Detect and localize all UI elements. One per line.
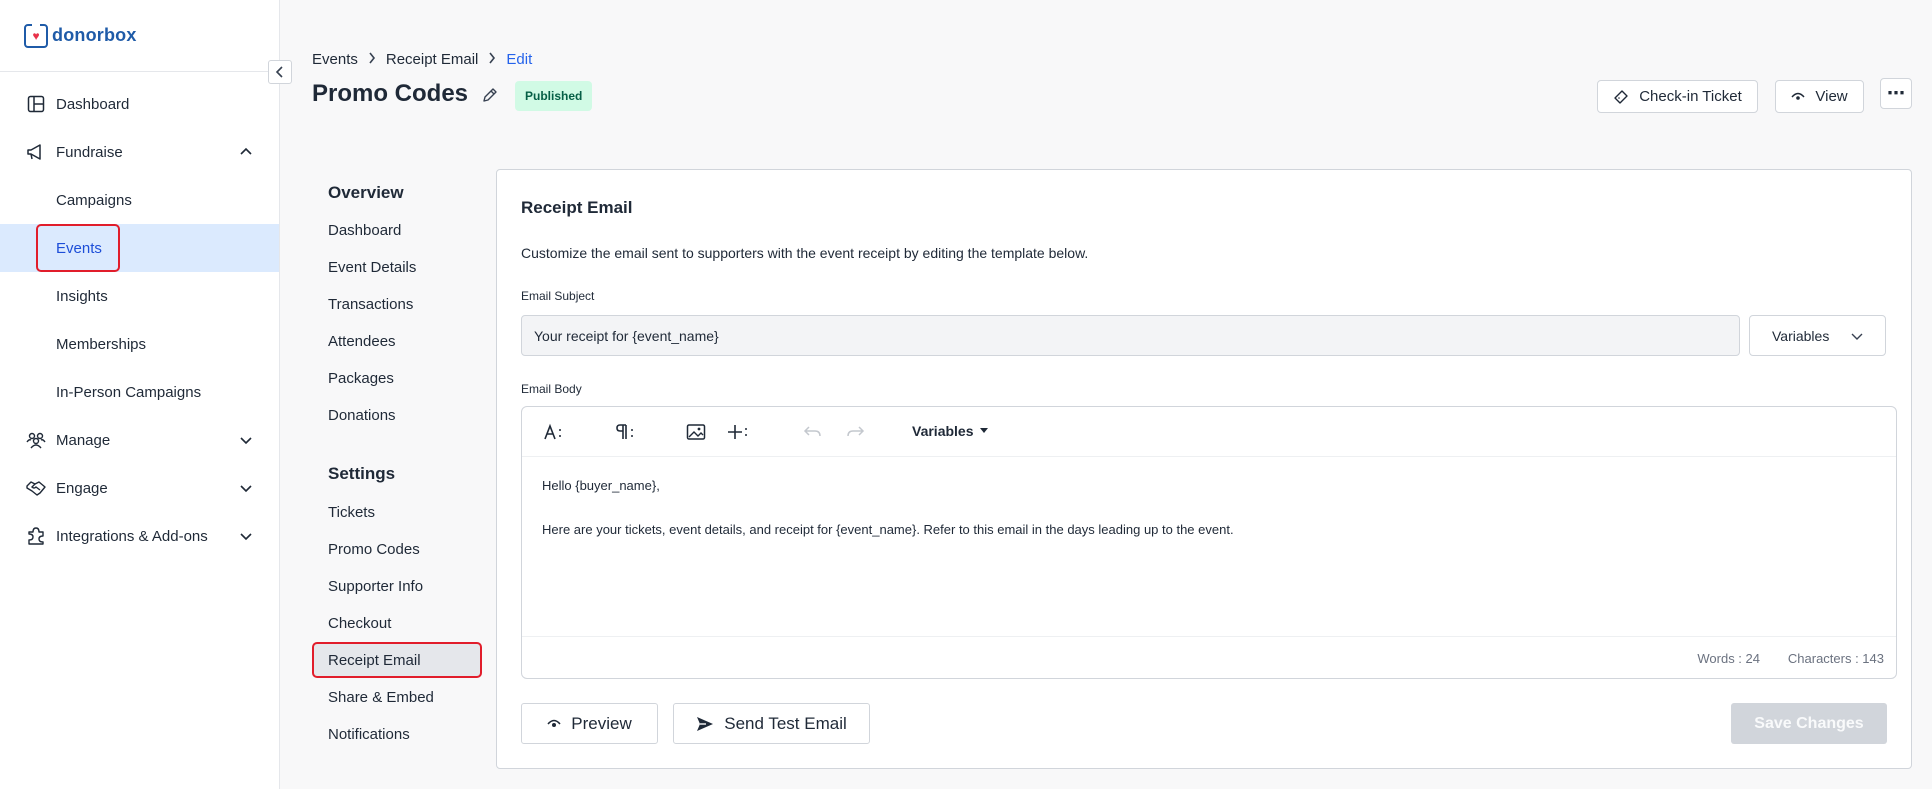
sidebar-item-manage[interactable]: Manage bbox=[0, 416, 279, 464]
subnav-attendees[interactable]: Attendees bbox=[328, 333, 396, 350]
subnav-dashboard[interactable]: Dashboard bbox=[328, 222, 401, 239]
more-dots-icon: ⋯ bbox=[1887, 83, 1905, 103]
chevron-down-icon bbox=[240, 437, 252, 445]
character-count: Characters : 143 bbox=[1787, 651, 1884, 666]
word-count: Words : 24 bbox=[1697, 651, 1760, 666]
sidebar-subitem-campaigns[interactable]: Campaigns bbox=[0, 176, 279, 224]
subnav-receipt-email-active[interactable]: Receipt Email bbox=[312, 642, 482, 678]
editor-toolbar: Variables bbox=[522, 407, 1896, 457]
breadcrumb: Events Receipt Email Edit bbox=[312, 51, 532, 68]
breadcrumb-events[interactable]: Events bbox=[312, 51, 358, 68]
send-test-email-label: Send Test Email bbox=[724, 713, 847, 733]
sidebar-item-label: Dashboard bbox=[56, 95, 130, 113]
card-title: Receipt Email bbox=[521, 198, 633, 217]
email-subject-input[interactable] bbox=[521, 315, 1740, 356]
caret-down-icon bbox=[979, 428, 988, 433]
handshake-icon bbox=[26, 478, 46, 498]
sidebar-item-dashboard[interactable]: Dashboard bbox=[0, 80, 279, 128]
sidebar: ♥ donorbox Dashboard Fundraise Campaigns… bbox=[0, 0, 280, 789]
view-button[interactable]: View bbox=[1775, 80, 1864, 113]
logo-text: donorbox bbox=[52, 25, 137, 45]
text-format-icon[interactable] bbox=[542, 421, 566, 443]
dashboard-icon bbox=[26, 94, 46, 114]
toolbar-variables-dropdown[interactable]: Variables bbox=[912, 423, 988, 439]
subnav-receipt-email-label: Receipt Email bbox=[328, 651, 421, 669]
sidebar-item-label: Engage bbox=[56, 479, 108, 497]
receipt-email-card: Receipt Email Customize the email sent t… bbox=[496, 169, 1912, 769]
check-in-ticket-label: Check-in Ticket bbox=[1639, 88, 1742, 105]
puzzle-icon bbox=[26, 526, 46, 546]
breadcrumb-current: Edit bbox=[506, 51, 533, 68]
sidebar-item-engage[interactable]: Engage bbox=[0, 464, 279, 512]
more-options-button[interactable]: ⋯ bbox=[1880, 78, 1912, 109]
megaphone-icon bbox=[26, 142, 46, 162]
insert-icon[interactable] bbox=[726, 421, 750, 443]
variables-label: Variables bbox=[1772, 327, 1830, 344]
sidebar-nav: Dashboard Fundraise Campaigns Events Ins… bbox=[0, 72, 279, 560]
subnav-promo-codes[interactable]: Promo Codes bbox=[328, 541, 420, 558]
chevron-up-icon bbox=[240, 147, 252, 155]
settings-heading: Settings bbox=[328, 464, 396, 483]
logo[interactable]: ♥ donorbox bbox=[0, 0, 279, 72]
subnav-notifications[interactable]: Notifications bbox=[328, 726, 410, 743]
subnav-tickets[interactable]: Tickets bbox=[328, 504, 375, 521]
save-changes-button[interactable]: Save Changes bbox=[1731, 703, 1887, 744]
body-line-message: Here are your tickets, event details, an… bbox=[542, 522, 1234, 537]
highlight-box bbox=[36, 224, 120, 272]
pencil-icon[interactable] bbox=[481, 86, 499, 104]
chevron-down-icon bbox=[240, 533, 252, 541]
sidebar-item-label: Manage bbox=[56, 431, 111, 449]
page-title: Promo Codes bbox=[312, 80, 469, 107]
send-test-email-button[interactable]: Send Test Email bbox=[673, 703, 870, 744]
chevron-down-icon bbox=[240, 485, 252, 493]
view-label: View bbox=[1815, 88, 1848, 105]
subnav-event-details[interactable]: Event Details bbox=[328, 259, 416, 276]
chevron-right-icon bbox=[368, 52, 376, 67]
editor-content[interactable]: Hello {buyer_name}, Here are your ticket… bbox=[542, 479, 1234, 567]
subnav-supporter-info[interactable]: Supporter Info bbox=[328, 578, 423, 595]
email-subject-label: Email Subject bbox=[521, 289, 595, 303]
sidebar-item-label: Integrations & Add-ons bbox=[56, 527, 208, 545]
ticket-icon bbox=[1614, 89, 1628, 104]
subnav-checkout[interactable]: Checkout bbox=[328, 615, 391, 632]
email-body-editor[interactable]: Variables Hello {buyer_name}, Here are y… bbox=[521, 406, 1897, 679]
sidebar-subitem-memberships[interactable]: Memberships bbox=[0, 320, 279, 368]
subject-variables-dropdown[interactable]: Variables bbox=[1749, 315, 1886, 356]
sidebar-subitem-in-person-campaigns[interactable]: In-Person Campaigns bbox=[0, 368, 279, 416]
chevron-right-icon bbox=[488, 52, 496, 67]
redo-icon[interactable] bbox=[844, 421, 866, 443]
status-badge: Published bbox=[515, 81, 593, 111]
check-in-ticket-button[interactable]: Check-in Ticket bbox=[1597, 80, 1758, 113]
card-description: Customize the email sent to supporters w… bbox=[521, 245, 1089, 261]
editor-status-bar: Words : 24 Characters : 143 bbox=[522, 636, 1896, 678]
eye-icon bbox=[547, 719, 561, 727]
sidebar-item-integrations[interactable]: Integrations & Add-ons bbox=[0, 512, 279, 560]
sidebar-item-label: Fundraise bbox=[56, 143, 123, 161]
collapse-sidebar-button[interactable] bbox=[268, 60, 292, 84]
chevron-left-icon bbox=[275, 66, 283, 78]
preview-button[interactable]: Preview bbox=[521, 703, 658, 744]
send-icon bbox=[697, 716, 714, 731]
sidebar-item-fundraise[interactable]: Fundraise bbox=[0, 128, 279, 176]
sidebar-subitem-events[interactable]: Events bbox=[0, 224, 279, 272]
body-line-greeting: Hello {buyer_name}, bbox=[542, 478, 660, 493]
people-icon bbox=[26, 430, 46, 450]
subnav-donations[interactable]: Donations bbox=[328, 407, 396, 424]
subnav-packages[interactable]: Packages bbox=[328, 370, 394, 387]
breadcrumb-receipt-email[interactable]: Receipt Email bbox=[386, 51, 479, 68]
email-body-label: Email Body bbox=[521, 382, 582, 396]
image-icon[interactable] bbox=[684, 421, 708, 443]
toolbar-variables-label: Variables bbox=[912, 423, 974, 439]
sidebar-subitem-insights[interactable]: Insights bbox=[0, 272, 279, 320]
subnav-transactions[interactable]: Transactions bbox=[328, 296, 413, 313]
preview-label: Preview bbox=[571, 713, 632, 733]
eye-icon bbox=[1791, 92, 1805, 100]
chevron-down-icon bbox=[1851, 333, 1863, 340]
undo-icon[interactable] bbox=[802, 421, 824, 443]
subnav-share-embed[interactable]: Share & Embed bbox=[328, 689, 434, 706]
paragraph-icon[interactable] bbox=[614, 421, 638, 443]
overview-heading: Overview bbox=[328, 183, 404, 202]
donorbox-logo-icon: ♥ bbox=[24, 21, 48, 48]
